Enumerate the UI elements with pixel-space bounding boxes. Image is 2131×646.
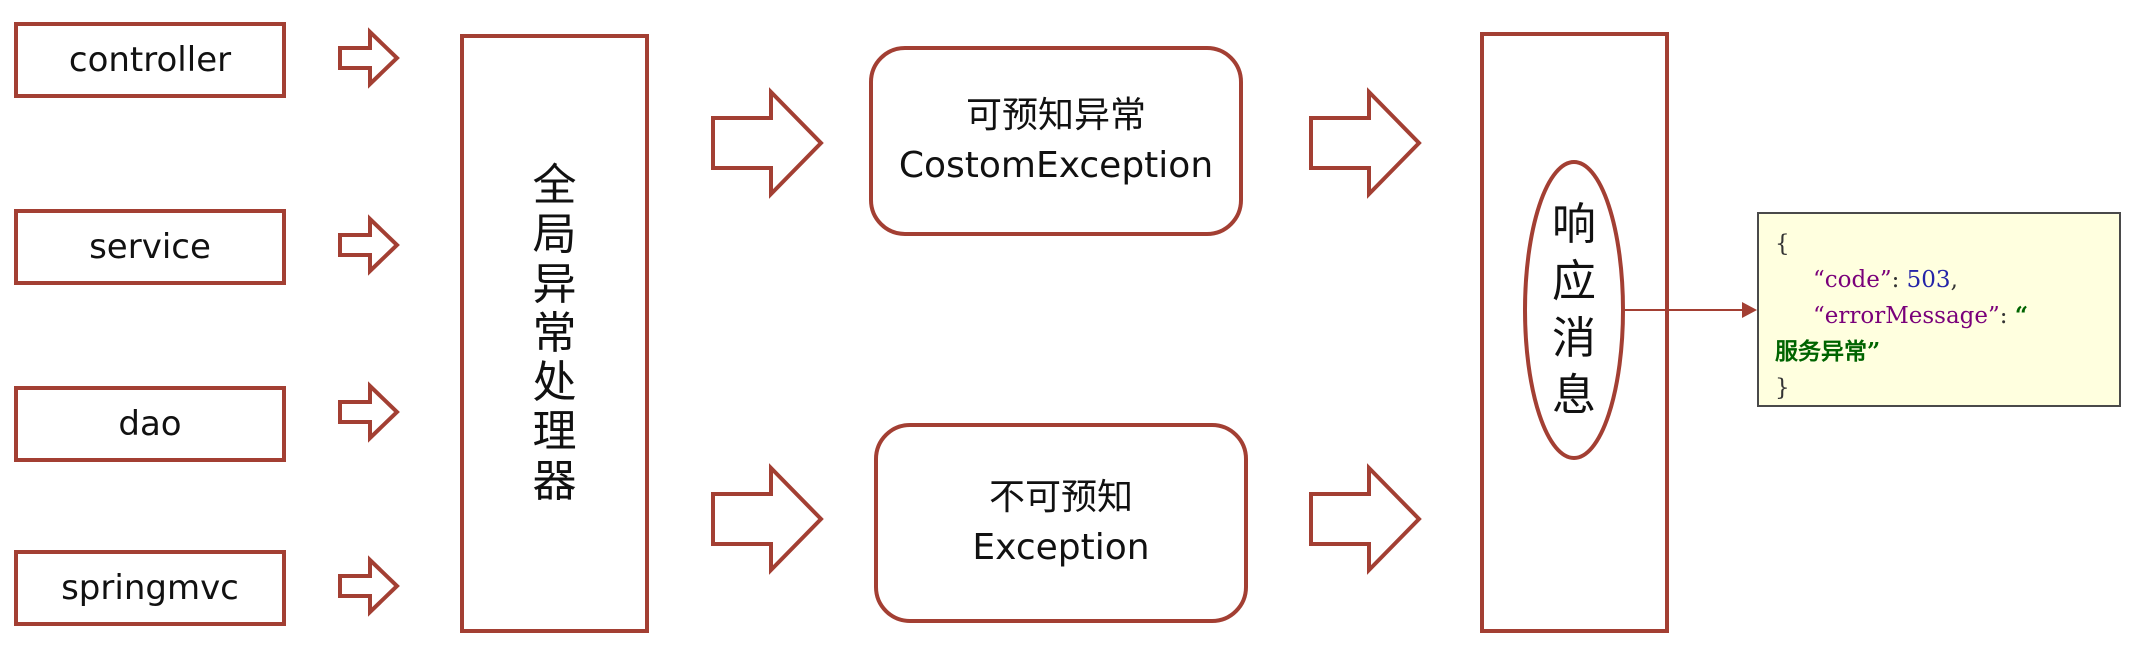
springmvc-arrow-icon [338, 555, 400, 617]
json-open-brace: { [1775, 231, 1790, 257]
json-code-value: 503 [1906, 267, 1951, 293]
springmvc-label: springmvc [61, 568, 239, 608]
json-message-close-quote: ” [1867, 338, 1881, 365]
json-code-comma: , [1950, 267, 1958, 293]
unpredictable-exception-subtitle: Exception [972, 527, 1150, 568]
predictable-exception-subtitle: CostomException [898, 145, 1214, 186]
global-handler-char: 理 [532, 406, 577, 458]
response-connector-arrowhead-icon [1742, 302, 1757, 318]
json-code-key: “code” [1813, 267, 1892, 293]
global-handler-char: 器 [532, 455, 577, 507]
json-message-separator: : [1999, 303, 2015, 329]
json-message-value: 服务异常 [1775, 338, 1867, 365]
json-close-line: } [1775, 370, 2119, 406]
handler-to-predictable-arrow-icon [711, 87, 824, 199]
global-handler-char: 局 [532, 209, 577, 261]
unpredictable-exception-title: 不可预知 [988, 477, 1133, 519]
controller-label: controller [68, 40, 232, 80]
unpredictable-to-response-arrow-icon [1309, 463, 1422, 575]
dao-arrow-icon [338, 381, 400, 443]
predictable-exception-label: 可预知异常 CostomException [871, 48, 1241, 234]
json-message-value-line: 服务异常” [1775, 334, 2119, 370]
dao-label: dao [118, 404, 182, 444]
response-label: 响 应 消 息 [1525, 162, 1623, 458]
json-message-key: “errorMessage” [1813, 303, 2000, 329]
service-label: service [89, 227, 211, 267]
global-handler-char: 常 [532, 307, 577, 359]
response-char: 消 [1552, 313, 1596, 364]
json-response-panel: { “code”: 503, “errorMessage”: “ 服务异常” } [1757, 212, 2121, 407]
response-char: 响 [1552, 198, 1596, 250]
global-handler-char: 全 [532, 160, 577, 212]
global-handler-char: 异 [532, 258, 577, 310]
predictable-to-response-arrow-icon [1309, 87, 1422, 199]
global-handler-label: 全 局 异 常 处 理 器 [462, 36, 647, 631]
json-open-line: { [1775, 226, 2119, 262]
json-code-line: “code”: 503, [1775, 262, 2119, 298]
json-message-open-quote: “ [2014, 302, 2029, 329]
json-code-separator: : [1891, 267, 1907, 293]
response-char: 应 [1552, 255, 1596, 307]
handler-to-unpredictable-arrow-icon [711, 463, 824, 575]
json-close-brace: } [1775, 375, 1790, 401]
global-handler-char: 处 [532, 357, 577, 409]
response-char: 息 [1552, 370, 1596, 422]
json-message-line: “errorMessage”: “ [1775, 298, 2119, 334]
unpredictable-exception-label: 不可预知 Exception [876, 425, 1246, 621]
predictable-exception-title: 可预知异常 [965, 95, 1146, 137]
service-arrow-icon [338, 214, 400, 276]
controller-arrow-icon [338, 27, 400, 89]
